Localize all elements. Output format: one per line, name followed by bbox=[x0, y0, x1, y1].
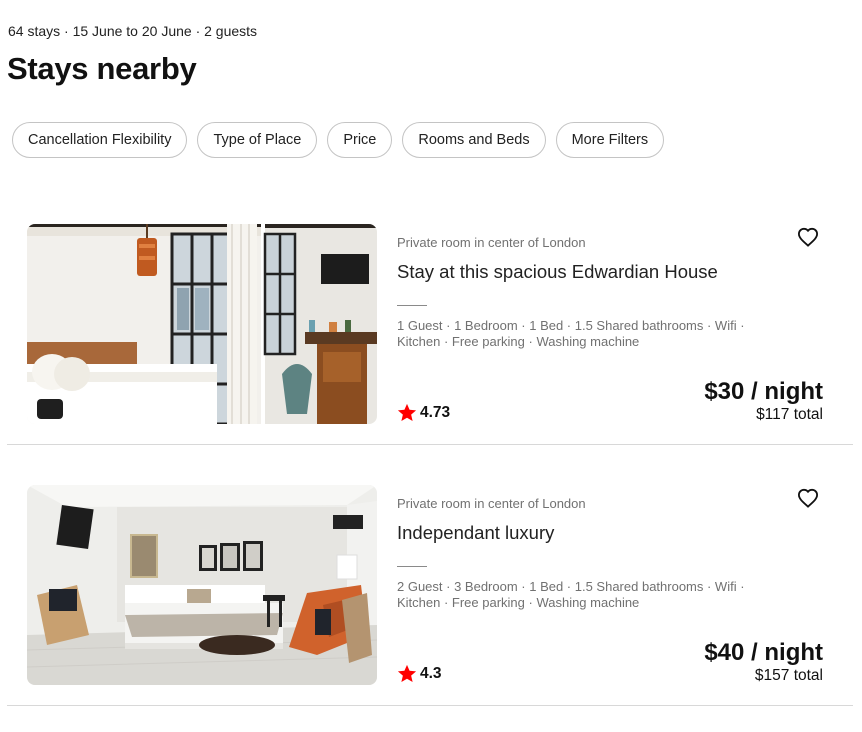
price-per-night: $40 / night bbox=[704, 639, 823, 666]
filter-bar: Cancellation Flexibility Type of Place P… bbox=[12, 122, 665, 158]
rating-value: 4.73 bbox=[420, 403, 451, 421]
favorite-button[interactable] bbox=[795, 485, 821, 511]
listing-subtitle: Private room in center of London bbox=[397, 496, 586, 511]
price-per-night: $30 / night bbox=[704, 378, 823, 405]
title-divider bbox=[397, 305, 427, 306]
price-total: $117 total bbox=[756, 406, 823, 423]
filter-price-button[interactable]: Price bbox=[327, 122, 393, 158]
favorite-button[interactable] bbox=[795, 224, 821, 250]
filter-more-filters-button[interactable]: More Filters bbox=[555, 122, 665, 158]
amenities-line: Kitchen · Free parking · Washing machine bbox=[397, 595, 640, 610]
listing-info: Private room in center of London Indepen… bbox=[397, 485, 823, 685]
filter-rooms-and-beds-button[interactable]: Rooms and Beds bbox=[402, 122, 546, 158]
listing-subtitle: Private room in center of London bbox=[397, 235, 586, 250]
star-icon bbox=[397, 403, 417, 422]
bedroom-photo-image bbox=[27, 485, 377, 685]
amenities-line: 2 Guest · 3 Bedroom · 1 Bed · 1.5 Shared… bbox=[397, 579, 745, 594]
heart-outline-icon bbox=[797, 227, 819, 247]
heart-outline-icon bbox=[797, 488, 819, 508]
price-block: $30 / night $117 total bbox=[704, 378, 823, 424]
star-icon bbox=[397, 664, 417, 683]
listing-card[interactable]: Private room in center of London Stay at… bbox=[7, 224, 853, 445]
filter-cancellation-flexibility-button[interactable]: Cancellation Flexibility bbox=[12, 122, 188, 158]
listing-amenities: 1 Guest · 1 Bedroom · 1 Bed · 1.5 Shared… bbox=[397, 318, 777, 350]
price-block: $40 / night $157 total bbox=[704, 639, 823, 685]
amenities-line: 1 Guest · 1 Bedroom · 1 Bed · 1.5 Shared… bbox=[397, 318, 745, 333]
listing-title[interactable]: Stay at this spacious Edwardian House bbox=[397, 261, 718, 283]
rating: 4.3 bbox=[397, 664, 442, 683]
listing-title[interactable]: Independant luxury bbox=[397, 522, 554, 544]
listing-card[interactable]: Private room in center of London Indepen… bbox=[7, 485, 853, 706]
amenities-line: Kitchen · Free parking · Washing machine bbox=[397, 334, 640, 349]
bedroom-photo-image bbox=[27, 224, 377, 424]
filter-type-of-place-button[interactable]: Type of Place bbox=[197, 122, 318, 158]
rating: 4.73 bbox=[397, 403, 450, 422]
rating-value: 4.3 bbox=[420, 664, 442, 682]
listing-photo[interactable] bbox=[27, 224, 377, 424]
search-summary: 64 stays · 15 June to 20 June · 2 guests bbox=[8, 23, 258, 39]
listing-amenities: 2 Guest · 3 Bedroom · 1 Bed · 1.5 Shared… bbox=[397, 579, 777, 611]
page-title: Stays nearby bbox=[7, 51, 197, 86]
title-divider bbox=[397, 566, 427, 567]
listing-photo[interactable] bbox=[27, 485, 377, 685]
price-total: $157 total bbox=[754, 667, 823, 684]
listing-info: Private room in center of London Stay at… bbox=[397, 224, 823, 424]
